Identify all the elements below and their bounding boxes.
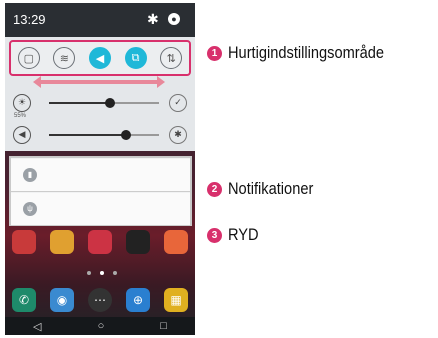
recents-icon[interactable]: □ [160, 320, 167, 332]
notification-item[interactable]: ▮ [11, 159, 190, 192]
volume-icon: ◀ [13, 126, 31, 144]
volume-slider[interactable]: ◀ ✱ [13, 124, 187, 146]
callout-number: 3 [207, 227, 222, 243]
notifications-area: ▮ ψ [9, 156, 192, 226]
home-icon[interactable]: ○ [98, 320, 105, 332]
screen-icon[interactable]: ⧉ [124, 47, 147, 69]
notification-item[interactable]: ψ [11, 193, 190, 226]
callout-notifications: 2 Notifikationer [207, 179, 327, 199]
check-icon[interactable]: ✓ [169, 94, 187, 112]
sound-icon[interactable]: ◀ [88, 47, 111, 69]
contacts-app-icon[interactable]: ◉ [50, 288, 74, 312]
page-dot [113, 271, 117, 275]
status-bar: 13:29 ✱ ● [5, 3, 195, 37]
app-icon[interactable] [88, 230, 112, 254]
brightness-percent: 55% [14, 113, 27, 119]
page-dot [87, 271, 91, 275]
app-icon[interactable] [164, 230, 188, 254]
home-app-row [5, 229, 195, 255]
page-indicator [87, 271, 117, 277]
brightness-slider[interactable]: ☀ ✓ [13, 92, 187, 114]
phone-app-icon[interactable]: ✆ [12, 288, 36, 312]
callout-number: 2 [207, 181, 222, 197]
brightness-knob[interactable] [104, 98, 115, 108]
usb-icon: ψ [23, 202, 37, 216]
app-icon[interactable] [126, 230, 150, 254]
brightness-fill [49, 102, 110, 104]
user-icon[interactable]: ● [168, 13, 180, 25]
browser-app-icon[interactable]: ⊕ [126, 288, 150, 312]
gear-icon[interactable]: ✱ [169, 126, 187, 144]
callout-clear: 3 RYD [207, 225, 264, 245]
page-dot-current [100, 271, 104, 275]
wifi-icon[interactable]: ≋ [53, 47, 76, 69]
data-icon[interactable]: ⇅ [160, 47, 183, 69]
pull-bar [39, 80, 159, 84]
callout-label: RYD [228, 225, 259, 244]
brightness-icon: ☀ [13, 94, 31, 112]
gear-icon[interactable]: ✱ [147, 11, 159, 28]
callout-quick-settings: 1 Hurtigindstillingsområde [207, 43, 409, 63]
callout-number: 1 [207, 45, 222, 61]
back-icon[interactable]: ◁ [33, 320, 41, 333]
callout-label: Hurtigindstillingsområde [228, 43, 385, 62]
pull-handle[interactable] [33, 76, 165, 88]
app-icon[interactable] [12, 230, 36, 254]
square-icon[interactable]: ▢ [17, 47, 40, 69]
volume-track [49, 130, 159, 140]
app-icon[interactable] [50, 230, 74, 254]
volume-fill [49, 134, 126, 136]
arrow-right-icon [157, 76, 165, 88]
apps-drawer-icon[interactable]: ⋯ [88, 288, 112, 312]
brightness-track [49, 98, 159, 108]
volume-knob[interactable] [121, 130, 131, 140]
navigation-bar: ◁ ○ □ [5, 317, 195, 335]
quick-settings-area: ▢ ≋ ◀ ⧉ ⇅ [9, 40, 191, 76]
dock: ✆ ◉ ⋯ ⊕ ▦ [5, 285, 195, 315]
callout-label: Notifikationer [228, 179, 314, 198]
gallery-app-icon[interactable]: ▦ [164, 288, 188, 312]
battery-icon: ▮ [23, 168, 37, 182]
phone-screen: ✆ ◉ ⋯ ⊕ ▦ ◁ ○ □ 13:29 ✱ ● ▢ ≋ ◀ ⧉ ⇅ ☀ ✓ … [5, 3, 195, 335]
clock: 13:29 [13, 12, 46, 27]
